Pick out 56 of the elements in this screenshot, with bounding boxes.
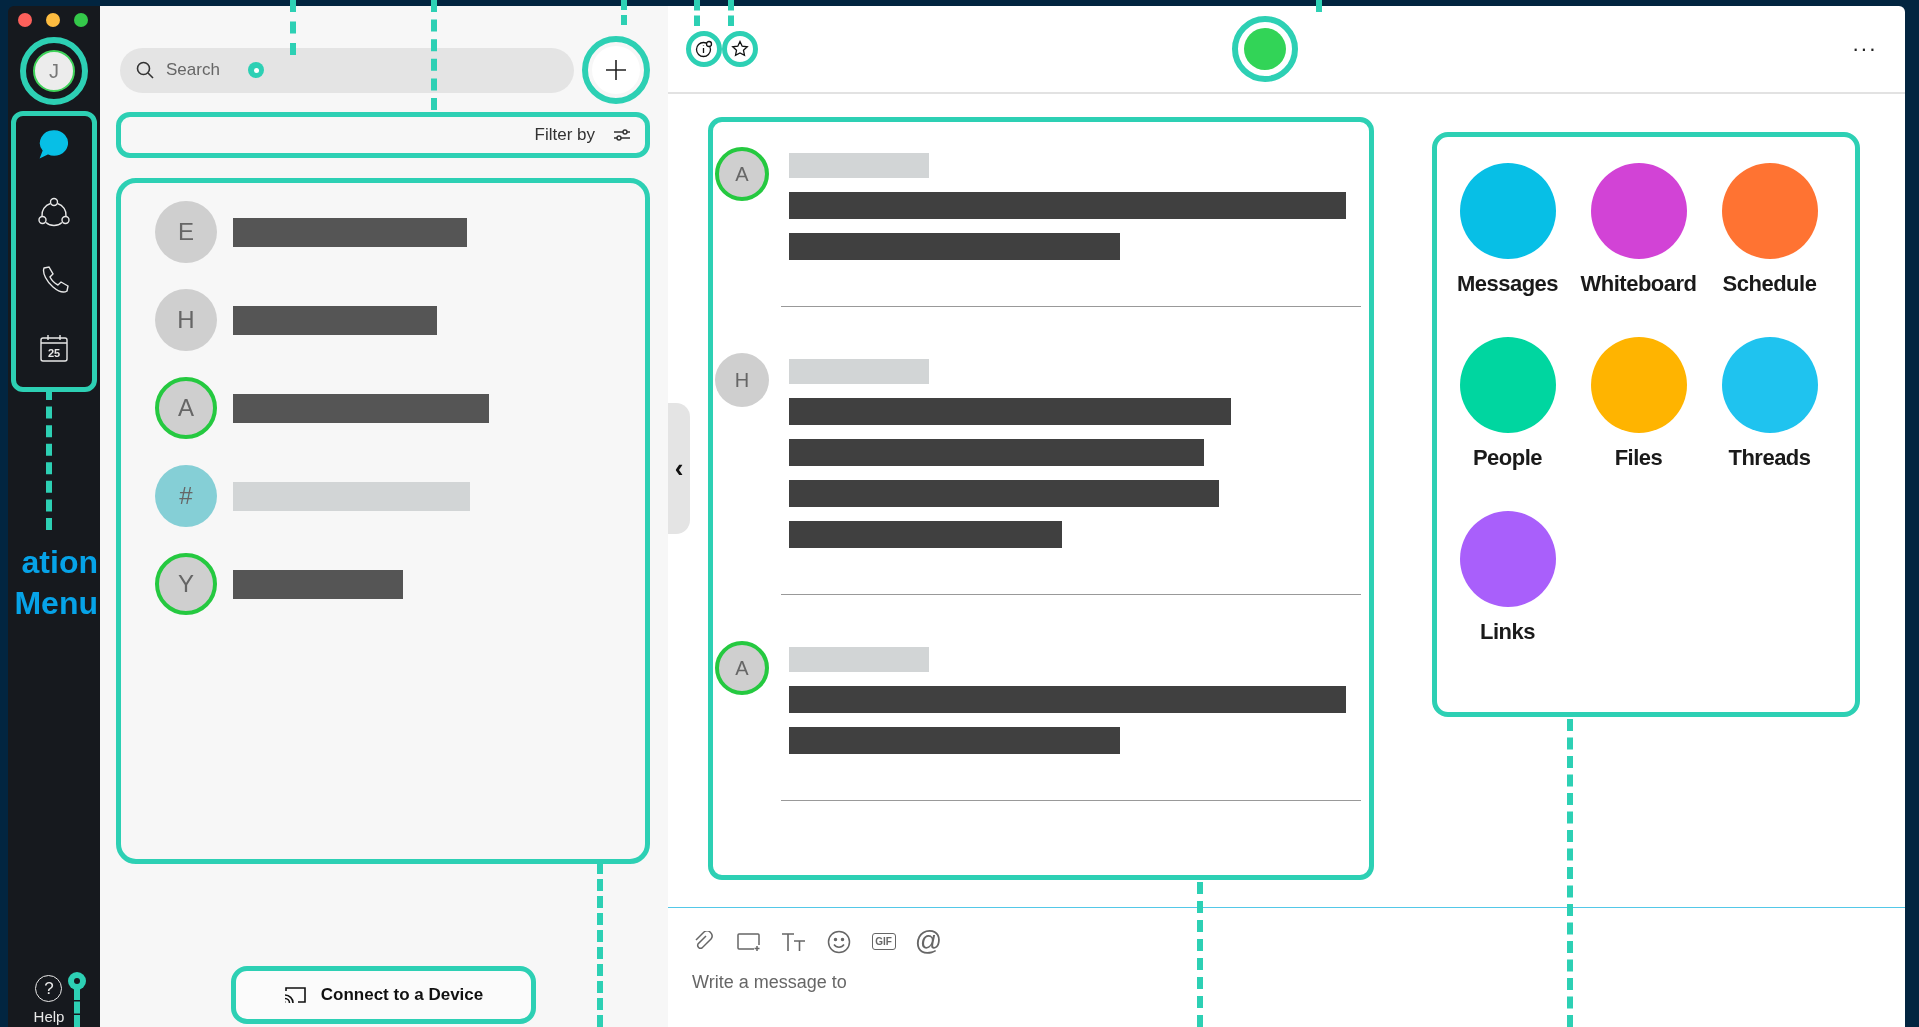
- app-label: People: [1472, 445, 1543, 471]
- connect-device-button[interactable]: Connect to a Device: [230, 966, 536, 1024]
- leader-line: [621, 0, 627, 25]
- avatar[interactable]: H: [155, 289, 217, 351]
- call-status-dot[interactable]: [1244, 28, 1286, 70]
- traffic-light-button[interactable]: [18, 13, 32, 27]
- avatar[interactable]: A: [155, 377, 217, 439]
- info-icon: [695, 40, 713, 58]
- emoji-button[interactable]: [825, 928, 852, 955]
- avatar[interactable]: H: [715, 353, 769, 407]
- people-group-icon: [38, 197, 70, 227]
- avatar[interactable]: A: [715, 641, 769, 695]
- app-tile[interactable]: Links: [1442, 511, 1573, 645]
- app-tile[interactable]: Files: [1573, 337, 1704, 471]
- avatar[interactable]: E: [155, 201, 217, 263]
- app-tile[interactable]: Whiteboard: [1573, 163, 1704, 297]
- collapse-handle[interactable]: ‹: [668, 403, 690, 534]
- app-tile[interactable]: Schedule: [1704, 163, 1835, 297]
- annotation-marker-icon: [248, 62, 264, 78]
- app-label: Files: [1614, 445, 1663, 471]
- sliders-icon: [613, 128, 631, 142]
- app-tile[interactable]: People: [1442, 337, 1573, 471]
- text-size-icon: [780, 930, 807, 953]
- traffic-light-button[interactable]: [46, 13, 60, 27]
- more-button[interactable]: ···: [1852, 36, 1877, 62]
- plus-icon: [605, 59, 627, 81]
- add-button[interactable]: [592, 46, 640, 94]
- smiley-icon: [826, 929, 851, 954]
- help-button[interactable]: ? Help: [33, 975, 65, 1025]
- app-label: Threads: [1728, 445, 1811, 471]
- info-button[interactable]: [686, 31, 722, 67]
- mention-button[interactable]: @: [915, 928, 942, 955]
- leader-line: [1316, 0, 1322, 12]
- filter-button[interactable]: Filter by: [534, 125, 631, 145]
- leader-line: [694, 0, 700, 26]
- avatar[interactable]: A: [715, 147, 769, 201]
- app-tile[interactable]: Messages: [1442, 163, 1573, 297]
- annotation-label: ation Menu: [13, 543, 98, 623]
- favorite-button[interactable]: [722, 31, 758, 67]
- traffic-light-button[interactable]: [74, 13, 88, 27]
- app-label: Whiteboard: [1580, 271, 1697, 297]
- app-tile[interactable]: Threads: [1704, 337, 1835, 471]
- app-label: Links: [1480, 619, 1535, 645]
- avatar[interactable]: Y: [155, 553, 217, 615]
- app-label: Schedule: [1722, 271, 1817, 297]
- profile-avatar[interactable]: J: [33, 50, 75, 92]
- cast-icon: [282, 986, 307, 1004]
- app-label: Messages: [1456, 271, 1559, 297]
- star-icon: [731, 40, 749, 58]
- chat-bubble-icon: [38, 129, 70, 159]
- message-input-field[interactable]: Write a message to: [690, 971, 1294, 994]
- search-icon: [136, 61, 154, 79]
- leader-line: [290, 0, 296, 55]
- search-field[interactable]: Search: [164, 59, 238, 81]
- leader-line: [728, 0, 734, 26]
- screen-plus-icon: [735, 931, 762, 952]
